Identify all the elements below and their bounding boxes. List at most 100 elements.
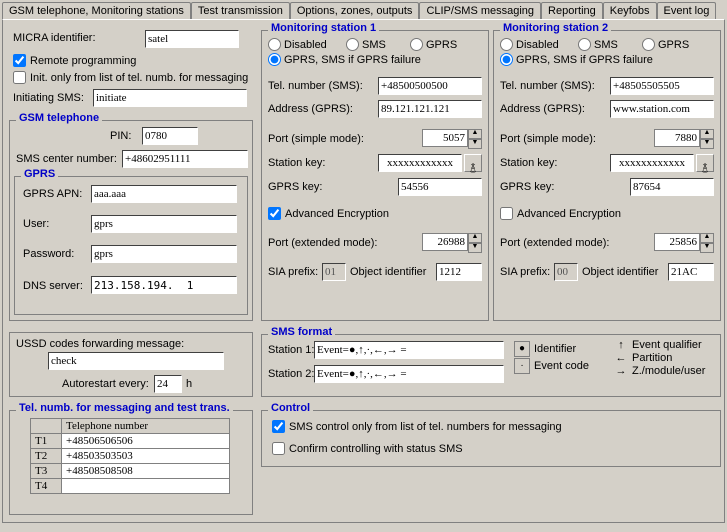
ms2-skey-reveal-button[interactable]: ࿄ — [696, 154, 714, 172]
tel-numbers-legend: Tel. numb. for messaging and test trans. — [16, 402, 233, 414]
ms1-tel-input[interactable] — [378, 77, 482, 95]
ms1-legend: Monitoring station 1 — [268, 22, 379, 34]
up-arrow-icon: ▲ — [468, 129, 482, 139]
down-arrow-icon: ▼ — [700, 139, 714, 149]
micra-id-label: MICRA identifier: — [13, 32, 96, 44]
ms1-skey-label: Station key: — [268, 157, 325, 169]
init-only-checkbox[interactable]: Init. only from list of tel. numb. for m… — [13, 71, 248, 84]
sms-control-only-checkbox[interactable]: SMS control only from list of tel. numbe… — [272, 420, 562, 433]
ms1-gprs-sms-radio[interactable]: GPRS, SMS if GPRS failure — [268, 53, 421, 66]
table-row: T3+48508508508 — [31, 464, 230, 479]
table-row: T2+48503503503 — [31, 449, 230, 464]
ms2-disabled-radio[interactable]: Disabled — [500, 38, 559, 51]
down-arrow-icon: ▼ — [468, 139, 482, 149]
ms2-sia-input — [554, 263, 578, 281]
left-arrow-icon: ← — [614, 352, 628, 364]
ms2-sms-radio[interactable]: SMS — [578, 38, 618, 51]
monitoring-station-1-group: Monitoring station 1 Disabled SMS GPRS G… — [261, 30, 489, 321]
ms2-gkey-input[interactable] — [630, 178, 714, 196]
pin-input[interactable] — [142, 127, 198, 145]
confirm-status-sms-checkbox[interactable]: Confirm controlling with status SMS — [272, 442, 463, 455]
right-arrow-icon: → — [614, 365, 628, 377]
ms1-port-spin[interactable]: ▲▼ — [422, 129, 482, 149]
ms1-obj-input[interactable] — [436, 263, 482, 281]
gprs-legend: GPRS — [21, 168, 58, 180]
ms2-port-label: Port (simple mode): — [500, 133, 596, 145]
station2-input[interactable] — [314, 365, 504, 383]
user-input[interactable] — [91, 215, 237, 233]
micra-id-input[interactable] — [145, 30, 239, 48]
ussd-input[interactable] — [48, 352, 224, 370]
up-arrow-icon: ▲ — [468, 233, 482, 243]
autorestart-unit: h — [186, 378, 192, 390]
ms1-disabled-radio[interactable]: Disabled — [268, 38, 327, 51]
gsm-telephone-group: GSM telephone PIN: SMS center number: GP… — [9, 120, 253, 321]
event-code-label: Event code — [534, 360, 589, 372]
partition-label: Partition — [632, 352, 672, 364]
tab-reporting[interactable]: Reporting — [541, 2, 603, 19]
ms2-legend: Monitoring station 2 — [500, 22, 611, 34]
ms2-tel-input[interactable] — [610, 77, 714, 95]
ms1-eport-label: Port (extended mode): — [268, 237, 377, 249]
dns-input[interactable] — [91, 276, 237, 294]
sms-format-legend: SMS format — [268, 326, 335, 338]
autorestart-input[interactable] — [154, 375, 182, 393]
ms2-eport-spin[interactable]: ▲▼ — [654, 233, 714, 253]
sms-center-label: SMS center number: — [16, 153, 117, 165]
password-label: Password: — [23, 248, 74, 260]
ms2-addr-label: Address (GPRS): — [500, 103, 585, 115]
tab-bar: GSM telephone, Monitoring stations Test … — [0, 0, 727, 19]
tel-numbers-table[interactable]: Telephone number T1+48506506506 T2+48503… — [30, 418, 230, 494]
station1-input[interactable] — [314, 341, 504, 359]
ms2-gprs-radio[interactable]: GPRS — [642, 38, 689, 51]
gprs-group: GPRS GPRS APN: User: Password: DNS serve… — [14, 176, 248, 315]
remote-programming-checkbox[interactable]: Remote programming — [13, 54, 136, 67]
ms1-sms-radio[interactable]: SMS — [346, 38, 386, 51]
sms-center-input[interactable] — [122, 150, 248, 168]
station1-label: Station 1: — [268, 344, 314, 356]
ms1-sia-input — [322, 263, 346, 281]
tab-keyfobs[interactable]: Keyfobs — [603, 2, 657, 19]
ms2-obj-input[interactable] — [668, 263, 714, 281]
up-arrow-icon: ▲ — [700, 233, 714, 243]
ms2-port-spin[interactable]: ▲▼ — [654, 129, 714, 149]
tab-options-zones[interactable]: Options, zones, outputs — [290, 2, 420, 19]
ms1-gkey-label: GPRS key: — [268, 181, 322, 193]
gsm-telephone-legend: GSM telephone — [16, 112, 102, 124]
ms1-adv-enc-checkbox[interactable]: Advanced Encryption — [268, 207, 389, 220]
initiating-sms-input[interactable] — [93, 89, 247, 107]
dns-label: DNS server: — [23, 280, 83, 292]
tab-event-log[interactable]: Event log — [657, 2, 717, 19]
ms1-eport-spin[interactable]: ▲▼ — [422, 233, 482, 253]
password-input[interactable] — [91, 245, 237, 263]
ms1-addr-label: Address (GPRS): — [268, 103, 353, 115]
ms1-port-label: Port (simple mode): — [268, 133, 364, 145]
zmu-label: Z./module/user — [632, 365, 705, 377]
ms2-tel-label: Tel. number (SMS): — [500, 80, 595, 92]
ms2-adv-enc-checkbox[interactable]: Advanced Encryption — [500, 207, 621, 220]
ms1-skey-input[interactable] — [378, 154, 462, 172]
table-row: T4 — [31, 479, 230, 494]
tab-test-transmission[interactable]: Test transmission — [191, 2, 290, 19]
apn-input[interactable] — [91, 185, 237, 203]
ms2-skey-input[interactable] — [610, 154, 694, 172]
down-arrow-icon: ▼ — [700, 243, 714, 253]
ms1-skey-reveal-button[interactable]: ࿄ — [464, 154, 482, 172]
up-arrow-icon: ▲ — [700, 129, 714, 139]
ms1-gkey-input[interactable] — [398, 178, 482, 196]
ms2-addr-input[interactable] — [610, 100, 714, 118]
tab-gsm-monitoring[interactable]: GSM telephone, Monitoring stations — [2, 2, 191, 20]
ms2-gprs-sms-radio[interactable]: GPRS, SMS if GPRS failure — [500, 53, 653, 66]
ms2-sia-label: SIA prefix: — [500, 266, 550, 278]
ussd-group: USSD codes forwarding message: Autoresta… — [9, 332, 253, 397]
sms-format-group: SMS format Station 1: Station 2: ●Identi… — [261, 334, 721, 397]
monitoring-station-2-group: Monitoring station 2 Disabled SMS GPRS G… — [493, 30, 721, 321]
station2-label: Station 2: — [268, 368, 314, 380]
pin-label: PIN: — [110, 130, 131, 142]
user-label: User: — [23, 218, 49, 230]
autorestart-label: Autorestart every: — [62, 378, 149, 390]
ms1-gprs-radio[interactable]: GPRS — [410, 38, 457, 51]
ms1-addr-input[interactable] — [378, 100, 482, 118]
identifier-label: Identifier — [534, 343, 576, 355]
tab-clip-sms[interactable]: CLIP/SMS messaging — [419, 2, 541, 19]
